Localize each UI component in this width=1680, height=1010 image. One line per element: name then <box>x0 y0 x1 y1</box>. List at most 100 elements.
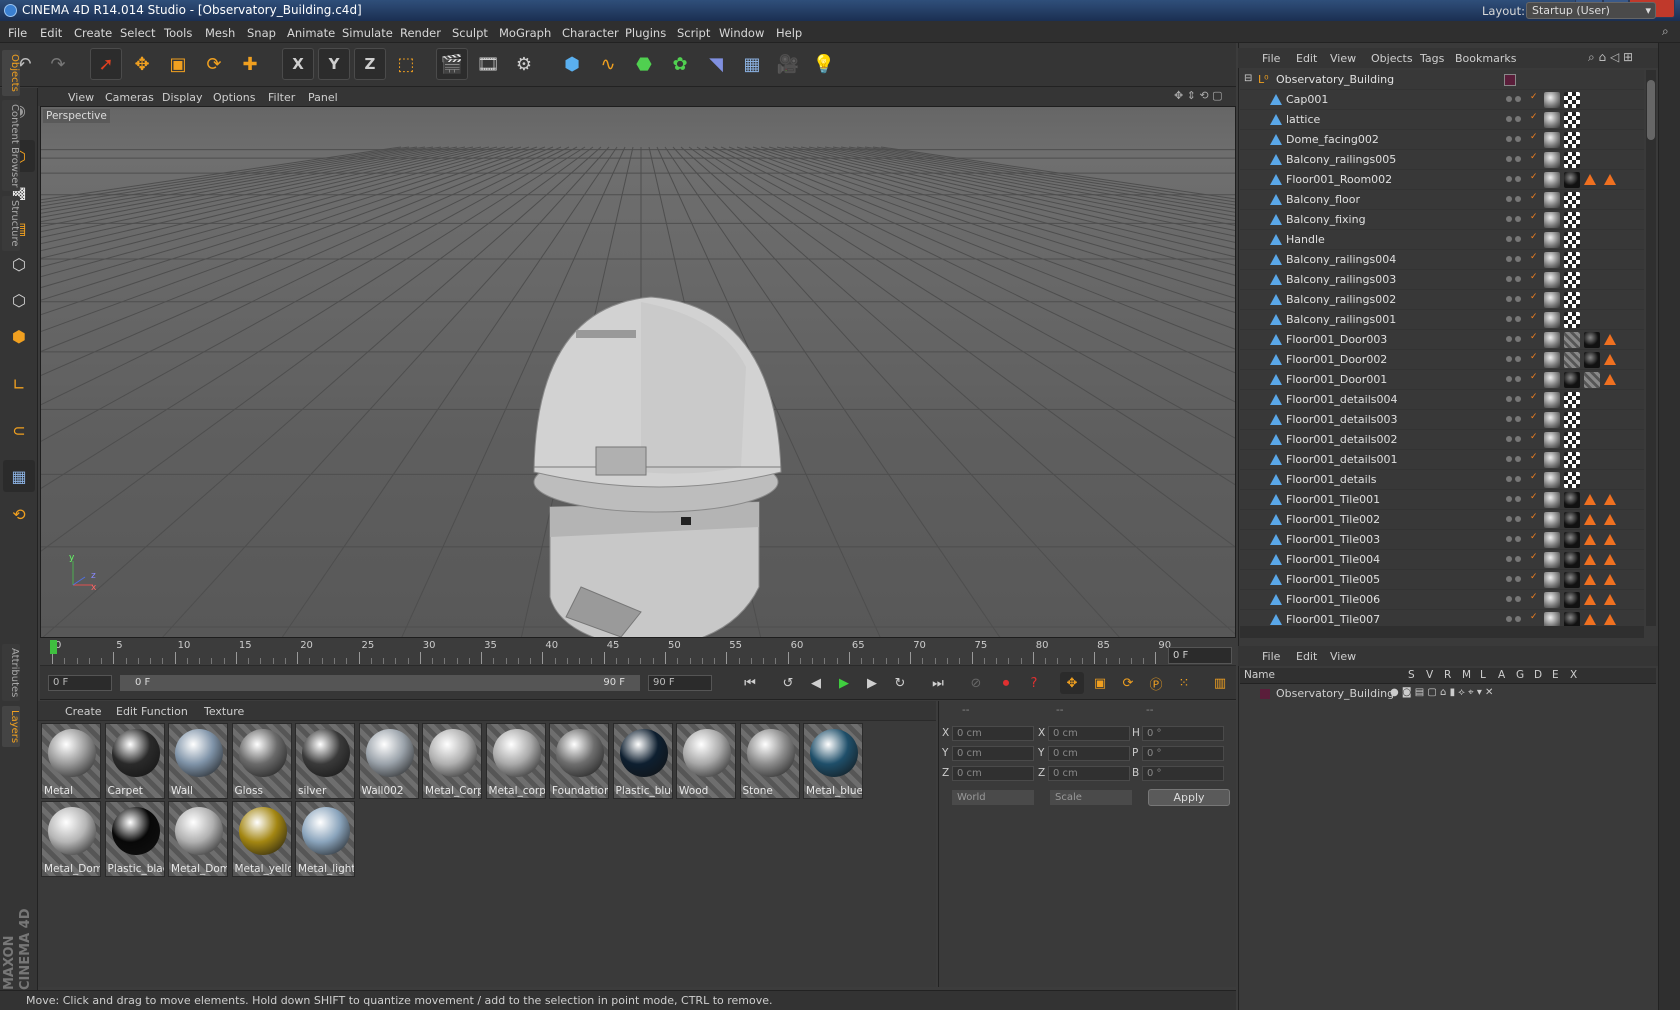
material-tag-icon[interactable] <box>1564 172 1580 188</box>
key-pla-button[interactable]: ⁙ <box>1172 672 1196 694</box>
object-row[interactable]: Floor001_details003 ✓ <box>1240 410 1644 430</box>
object-list-horizontal-scrollbar[interactable] <box>1240 626 1644 638</box>
coord-value-field[interactable]: 0 cm <box>1048 726 1130 741</box>
object-row[interactable]: Handle ✓ <box>1240 230 1644 250</box>
phong-tag-icon[interactable] <box>1584 594 1596 605</box>
enable-check-icon[interactable]: ✓ <box>1530 352 1540 366</box>
coord-value-field[interactable]: 0 cm <box>1048 746 1130 761</box>
layer-column-a[interactable]: A <box>1498 669 1505 681</box>
material-tag-icon[interactable] <box>1584 352 1600 368</box>
coord-value-field[interactable]: 0 cm <box>952 726 1034 741</box>
render-view-button[interactable]: 🎬 <box>436 48 468 80</box>
material-tag-icon[interactable] <box>1544 332 1560 348</box>
material-tag-icon[interactable] <box>1544 132 1560 148</box>
material-swatch[interactable]: Metal_blue <box>803 723 863 799</box>
phong-tag-icon[interactable] <box>1604 554 1616 565</box>
light-icon[interactable]: 💡 <box>808 48 840 80</box>
menu-mograph[interactable]: MoGraph <box>499 26 551 40</box>
material-swatch[interactable]: Metal_yellow <box>231 801 292 877</box>
enable-check-icon[interactable]: ✓ <box>1530 532 1540 546</box>
menu-select[interactable]: Select <box>120 26 155 40</box>
phong-tag-icon[interactable] <box>1584 174 1596 185</box>
phong-tag-icon[interactable] <box>1604 614 1616 625</box>
material-swatch[interactable]: Metal_Corp <box>422 723 482 799</box>
material-swatch[interactable]: Plastic_black <box>104 801 165 877</box>
texture-tag-icon[interactable] <box>1564 312 1580 328</box>
object-row[interactable]: Floor001_Room002 ✓ <box>1240 170 1644 190</box>
material-tag-icon[interactable] <box>1564 492 1580 508</box>
material-tag-icon[interactable] <box>1544 172 1560 188</box>
layer-column-d[interactable]: D <box>1534 669 1542 681</box>
menu-plugins[interactable]: Plugins <box>625 26 666 40</box>
enable-check-icon[interactable]: ✓ <box>1530 472 1540 486</box>
y-axis-toggle[interactable]: Y <box>318 48 350 80</box>
visibility-dots-icon[interactable] <box>1504 296 1524 304</box>
phong-tag-icon[interactable] <box>1604 514 1616 525</box>
enable-check-icon[interactable]: ✓ <box>1530 272 1540 286</box>
material-tag-icon[interactable] <box>1544 612 1560 626</box>
start-frame-field[interactable]: 0 F <box>48 675 112 691</box>
spline-pen-icon[interactable]: ∿ <box>592 48 624 80</box>
texture-tag-icon[interactable] <box>1564 232 1580 248</box>
layer-toggle-icons[interactable]: ● ◙ ▤ ▢ ⌂ ▮ ⟡ ⌖ ▾ ✕ <box>1390 687 1493 698</box>
go-to-start-button[interactable]: ⏮ <box>738 672 762 694</box>
coord-value-field[interactable]: 0 cm <box>952 766 1034 781</box>
texture-tag-icon[interactable] <box>1564 192 1580 208</box>
material-tag-icon[interactable] <box>1544 512 1560 528</box>
visibility-dots-icon[interactable] <box>1504 376 1524 384</box>
apply-button[interactable]: Apply <box>1148 789 1230 806</box>
coordinate-system-icon[interactable]: ⬚ <box>390 48 422 80</box>
visibility-dots-icon[interactable] <box>1504 496 1524 504</box>
enable-check-icon[interactable]: ✓ <box>1530 192 1540 206</box>
material-swatch[interactable]: Gloss <box>231 723 292 799</box>
material-tag-icon[interactable] <box>1544 252 1560 268</box>
playhead[interactable] <box>50 640 57 654</box>
add-tool[interactable]: ✚ <box>234 48 266 80</box>
viewport-menu-display[interactable]: Display <box>162 91 203 104</box>
layer-menu-edit[interactable]: Edit <box>1296 650 1317 663</box>
object-row[interactable]: Floor001_Tile004 ✓ <box>1240 550 1644 570</box>
viewport-menu-options[interactable]: Options <box>213 91 255 104</box>
object-row[interactable]: Floor001_Door001 ✓ <box>1240 370 1644 390</box>
layer-column-s[interactable]: S <box>1408 669 1415 681</box>
menu-file[interactable]: File <box>8 26 27 40</box>
locked-workplane-icon[interactable]: ▦ <box>3 460 35 492</box>
visibility-dots-icon[interactable] <box>1504 256 1524 264</box>
coordinate-mode-select[interactable]: World <box>952 790 1034 805</box>
material-tag-icon[interactable] <box>1564 612 1580 626</box>
layer-menu-view[interactable]: View <box>1330 650 1356 663</box>
observatory-building-model[interactable] <box>533 296 782 638</box>
phong-tag-icon[interactable] <box>1584 574 1596 585</box>
layer-menu-file[interactable]: File <box>1262 650 1280 663</box>
menu-script[interactable]: Script <box>677 26 710 40</box>
object-row[interactable]: Balcony_fixing ✓ <box>1240 210 1644 230</box>
cube-primitive-icon[interactable]: ⬢ <box>556 48 588 80</box>
visibility-dots-icon[interactable] <box>1504 456 1524 464</box>
axis-mode-icon[interactable]: ∟ <box>3 368 35 400</box>
object-row[interactable]: lattice ✓ <box>1240 110 1644 130</box>
object-row[interactable]: Balcony_floor ✓ <box>1240 190 1644 210</box>
object-row[interactable]: Floor001_Tile001 ✓ <box>1240 490 1644 510</box>
material-tag-icon[interactable] <box>1544 552 1560 568</box>
material-swatch[interactable]: Metal_Dom <box>41 801 101 877</box>
object-menu-file[interactable]: File <box>1262 52 1280 65</box>
phong-tag-icon[interactable] <box>1604 354 1616 365</box>
visibility-dots-icon[interactable] <box>1504 616 1524 624</box>
material-tag-icon[interactable] <box>1544 412 1560 428</box>
scale-tool[interactable]: ▣ <box>162 48 194 80</box>
object-menu-view[interactable]: View <box>1330 52 1356 65</box>
texture-tag-icon[interactable] <box>1564 272 1580 288</box>
object-menu-bookmarks[interactable]: Bookmarks <box>1455 52 1516 65</box>
material-swatch[interactable]: Stone <box>739 723 800 799</box>
enable-check-icon[interactable]: ✓ <box>1530 372 1540 386</box>
layout-dropdown[interactable]: Startup (User) ▾ <box>1526 2 1656 19</box>
texture-tag-icon[interactable] <box>1564 412 1580 428</box>
enable-check-icon[interactable]: ✓ <box>1530 332 1540 346</box>
material-tag-icon[interactable] <box>1544 452 1560 468</box>
texture-tag-icon[interactable] <box>1564 292 1580 308</box>
object-row[interactable]: Balcony_railings003 ✓ <box>1240 270 1644 290</box>
layer-column-l[interactable]: L <box>1480 669 1486 681</box>
key-rotation-button[interactable]: ⟳ <box>1116 672 1140 694</box>
subdivision-surface-icon[interactable]: ⬣ <box>628 48 660 80</box>
phong-tag-icon[interactable] <box>1584 554 1596 565</box>
